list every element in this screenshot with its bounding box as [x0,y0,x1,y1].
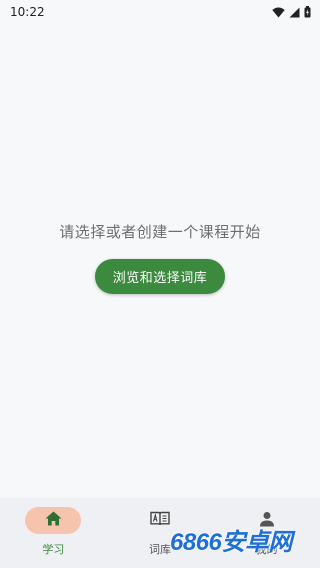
person-icon [259,511,275,531]
bottom-nav: 学习 词库 我的 [0,498,320,568]
browse-wordbank-button[interactable]: 浏览和选择词库 [95,259,225,294]
status-time: 10:22 [10,5,45,19]
empty-state: 请选择或者创建一个课程开始 浏览和选择词库 [0,200,320,294]
nav-label-profile: 我的 [255,543,278,556]
status-bar: 10:22 [0,0,320,24]
home-icon [45,511,62,530]
nav-item-profile[interactable]: 我的 [213,498,320,568]
nav-label-study: 学习 [42,543,65,556]
nav-label-wordbank: 词库 [149,543,171,556]
battery-icon [304,6,311,18]
wifi-icon [272,7,285,18]
nav-active-indicator [25,507,82,534]
nav-item-wordbank[interactable]: 词库 [107,498,214,568]
nav-item-study[interactable]: 学习 [0,498,107,568]
book-icon [150,511,170,530]
signal-icon [289,7,300,18]
empty-state-message: 请选择或者创建一个课程开始 [59,223,261,241]
status-icons [272,6,311,18]
